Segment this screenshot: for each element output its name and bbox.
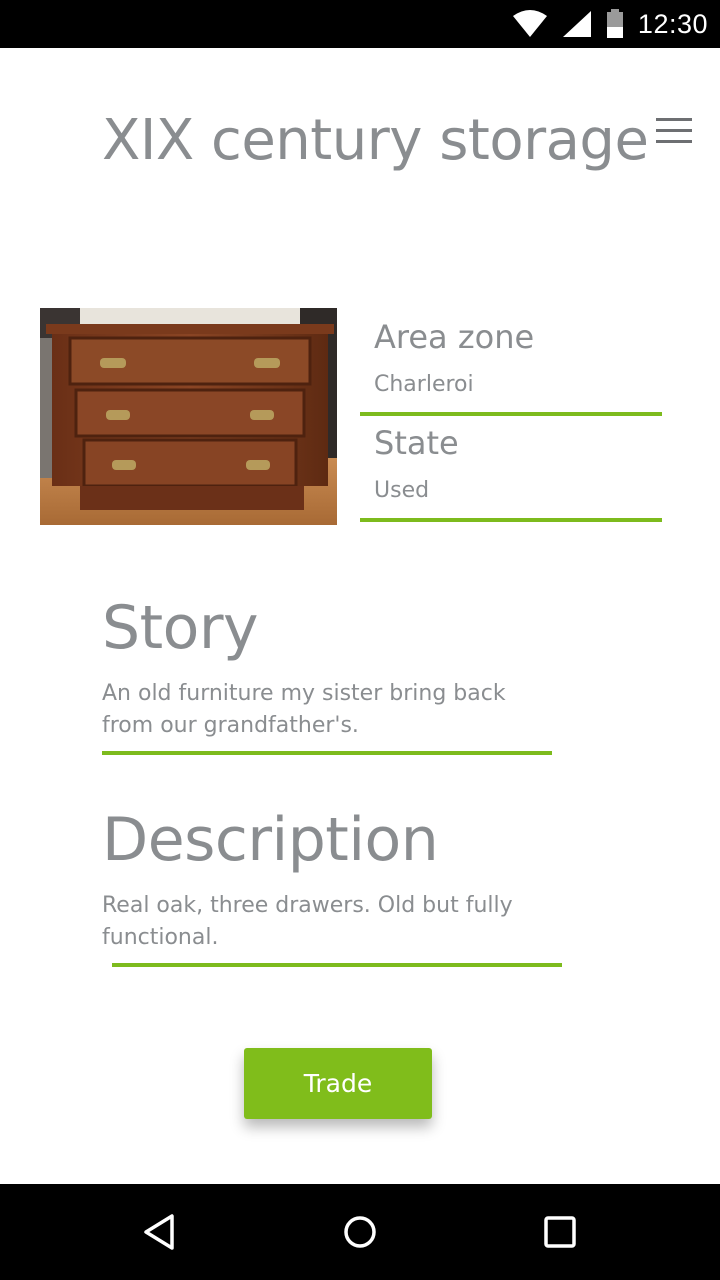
description-heading: Description: [102, 805, 439, 875]
state-value: Used: [374, 478, 430, 503]
home-icon[interactable]: [336, 1208, 384, 1256]
status-bar: 12:30: [0, 0, 720, 48]
state-label: State: [374, 424, 459, 462]
chest-of-drawers-illustration: [40, 308, 337, 525]
back-icon[interactable]: [136, 1208, 184, 1256]
area-zone-value: Charleroi: [374, 372, 474, 397]
description-underline: [112, 963, 562, 967]
story-text[interactable]: An old furniture my sister bring back fr…: [102, 678, 562, 742]
status-icons: 12:30: [512, 0, 708, 48]
recents-icon[interactable]: [536, 1208, 584, 1256]
hamburger-menu-icon[interactable]: [652, 116, 696, 146]
trade-button[interactable]: Trade: [244, 1048, 432, 1119]
product-image: [40, 308, 337, 525]
story-heading: Story: [102, 593, 259, 663]
state-field[interactable]: State Used: [360, 416, 662, 522]
description-text[interactable]: Real oak, three drawers. Old but fully f…: [102, 890, 522, 954]
wifi-icon: [512, 10, 547, 37]
battery-icon: [606, 9, 623, 38]
status-time: 12:30: [637, 8, 708, 39]
page-title: XIX century storage: [102, 108, 649, 173]
area-zone-field[interactable]: Area zone Charleroi: [360, 310, 662, 416]
signal-icon: [562, 11, 591, 37]
navigation-bar: [0, 1184, 720, 1280]
story-underline: [102, 751, 552, 755]
area-zone-label: Area zone: [374, 318, 535, 356]
